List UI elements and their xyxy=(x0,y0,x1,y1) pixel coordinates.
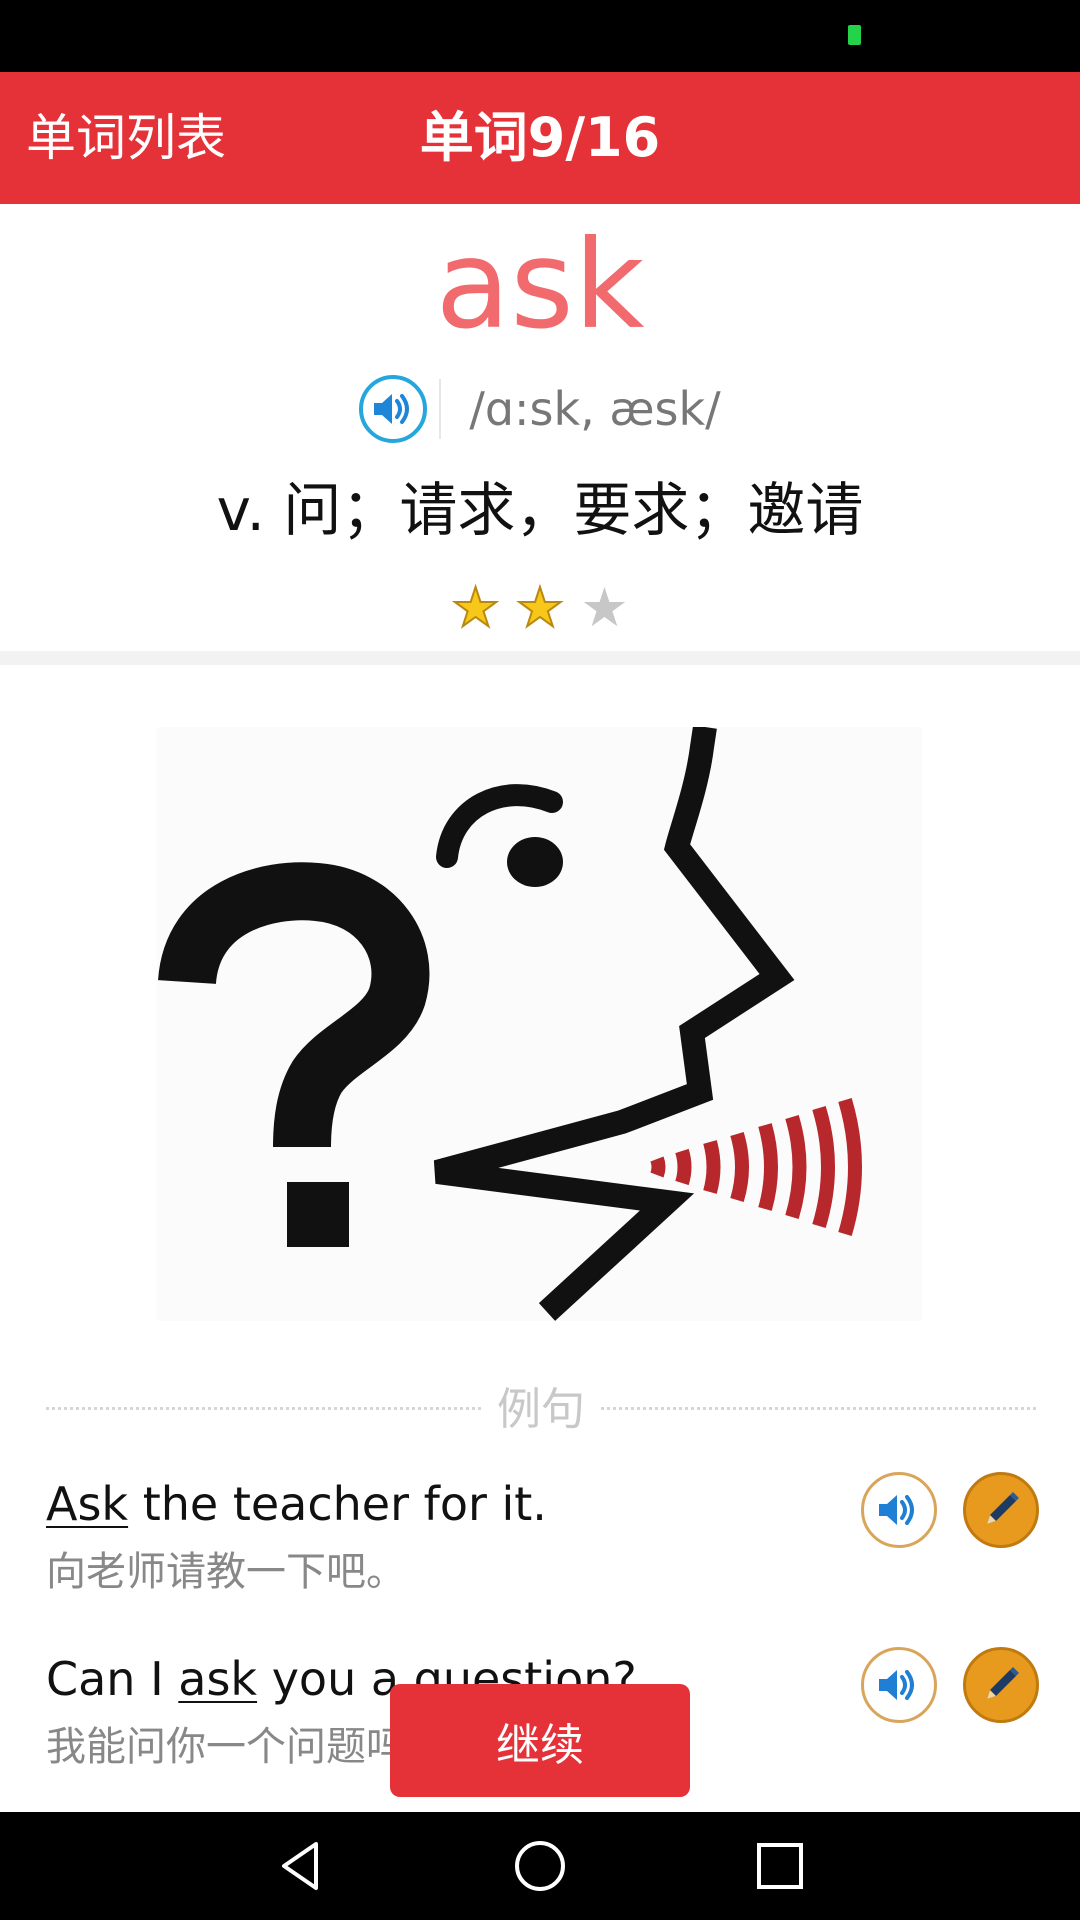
word-illustration xyxy=(157,725,922,1321)
speaker-icon xyxy=(879,1670,914,1700)
sentence-keyword: ask xyxy=(178,1652,258,1706)
word-audio-button[interactable] xyxy=(359,375,428,443)
pencil-icon xyxy=(987,1667,1019,1699)
pencil-icon xyxy=(987,1492,1019,1524)
continue-button[interactable]: 继续 xyxy=(390,1684,690,1797)
status-bar xyxy=(0,0,1080,72)
sentence-keyword: Ask xyxy=(46,1477,129,1531)
recents-square-icon[interactable] xyxy=(750,1836,810,1896)
example-item: Ask the teacher for it. 向老师请教一下吧。 xyxy=(46,1472,1046,1622)
phonetic-text: /ɑ:sk, æsk/ xyxy=(469,382,721,436)
word-text: ask xyxy=(435,214,645,356)
divider xyxy=(439,379,442,439)
word-meaning: v. 问；请求，要求；邀请 xyxy=(216,476,864,544)
example-audio-button[interactable] xyxy=(861,1472,937,1548)
pronunciation-row: /ɑ:sk, æsk/ xyxy=(0,372,1080,446)
section-separator xyxy=(0,651,1080,665)
star-filled-icon: ★ xyxy=(515,576,565,639)
examples-title: 例句 xyxy=(497,1384,585,1435)
example-sentence: Ask the teacher for it. xyxy=(46,1472,547,1536)
example-edit-button[interactable] xyxy=(963,1647,1039,1723)
navigation-bar xyxy=(0,1812,1080,1920)
difficulty-stars: ★ ★ ★ xyxy=(0,576,1080,639)
examples-header: 例句 xyxy=(46,1380,1036,1440)
sentence-before: Can I xyxy=(46,1652,179,1706)
speaker-icon xyxy=(879,1495,914,1525)
back-triangle-icon[interactable] xyxy=(270,1836,330,1896)
star-empty-icon: ★ xyxy=(580,576,629,639)
battery-icon xyxy=(848,25,861,45)
example-translation: 我能问你一个问题吗？ xyxy=(46,1724,446,1770)
home-circle-icon[interactable] xyxy=(510,1836,570,1896)
sentence-after: the teacher for it. xyxy=(128,1477,547,1531)
star-filled-icon: ★ xyxy=(450,576,500,639)
example-audio-button[interactable] xyxy=(861,1647,937,1723)
speaker-icon xyxy=(374,394,410,424)
person-asking-question-illustration xyxy=(158,725,862,1321)
example-translation: 向老师请教一下吧。 xyxy=(46,1549,406,1595)
page-title: 单词9/16 xyxy=(419,106,661,169)
example-edit-button[interactable] xyxy=(963,1472,1039,1548)
app-bar: 单词列表 单词9/16 xyxy=(0,72,1080,204)
dotted-line xyxy=(601,1407,1036,1410)
